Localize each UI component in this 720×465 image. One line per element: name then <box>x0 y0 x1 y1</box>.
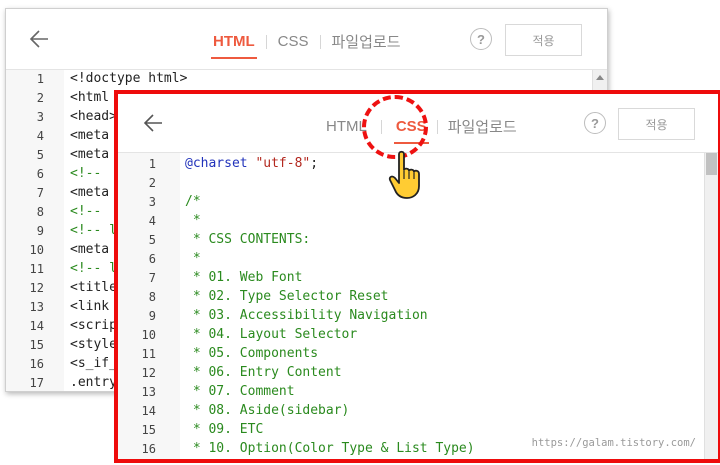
code-line: .entry <box>70 375 117 390</box>
line-number: 3 <box>36 110 44 124</box>
code-line: /* <box>185 194 201 209</box>
line-number: 15 <box>29 338 44 352</box>
scroll-up-icon[interactable] <box>593 70 607 84</box>
code-line: * <box>185 213 201 228</box>
code-line: <meta <box>70 128 110 143</box>
editor-header: HTML CSS 파일업로드 ? 적용 <box>118 94 718 153</box>
pointing-hand-icon <box>388 150 420 199</box>
code-line: * 09. ETC <box>185 422 264 437</box>
tab-css[interactable]: CSS <box>393 118 429 144</box>
code-line: * CSS CONTENTS: <box>185 232 311 247</box>
code-line: <style <box>70 337 117 352</box>
code-line: <!-- l <box>70 223 117 238</box>
code-line: <meta <box>70 185 110 200</box>
code-line: * 08. Aside(sidebar) <box>185 403 350 418</box>
line-number: 16 <box>29 357 44 371</box>
tab-file-upload[interactable]: 파일업로드 <box>446 116 519 137</box>
tab-html[interactable]: HTML <box>211 33 257 59</box>
line-number: 6 <box>36 167 44 181</box>
tab-divider <box>380 119 382 134</box>
code-line: <!-- <box>70 204 110 219</box>
line-number: 7 <box>36 186 44 200</box>
help-icon[interactable]: ? <box>584 112 606 134</box>
code-line: * 02. Type Selector Reset <box>185 289 389 304</box>
editor-tabs: HTML CSS 파일업로드 <box>324 116 519 144</box>
code-line: * 06. Entry Content <box>185 365 342 380</box>
line-number: 7 <box>148 271 156 285</box>
tab-divider <box>436 119 438 134</box>
line-number: 1 <box>148 157 156 171</box>
code-line: <link <box>70 299 110 314</box>
line-number: 12 <box>29 281 44 295</box>
charset-semicolon: ; <box>310 156 319 171</box>
line-number: 10 <box>29 243 44 257</box>
line-number: 13 <box>141 385 156 399</box>
code-line: <head> <box>70 109 117 124</box>
line-number: 2 <box>36 91 44 105</box>
code-line: * 04. Layout Selector <box>185 327 358 342</box>
code-line: * 10. Option(Color Type & List Type) <box>185 441 475 456</box>
line-number: 16 <box>141 442 156 456</box>
line-number: 4 <box>148 214 156 228</box>
line-number: 12 <box>141 366 156 380</box>
code-line: * 05. Components <box>185 346 319 361</box>
line-number: 5 <box>36 148 44 162</box>
code-line: <scrip <box>70 318 117 333</box>
tab-divider <box>319 34 321 49</box>
code-line: <s_if_ <box>70 356 117 371</box>
line-number: 17 <box>29 376 44 390</box>
line-number: 8 <box>148 290 156 304</box>
editor-header: HTML CSS 파일업로드 ? 적용 <box>6 9 607 70</box>
line-number: 4 <box>36 129 44 143</box>
code-line: * 01. Web Font <box>185 270 303 285</box>
code-line: <!-- <box>70 166 110 181</box>
line-number: 6 <box>148 252 156 266</box>
code-line: <title <box>70 280 117 295</box>
line-number: 10 <box>141 328 156 342</box>
back-arrow-icon[interactable] <box>28 27 52 51</box>
line-number: 14 <box>141 404 156 418</box>
css-editor-window: HTML CSS 파일업로드 ? 적용 1 2 3 4 5 6 7 8 9 10… <box>114 90 720 463</box>
line-number: 15 <box>141 423 156 437</box>
line-number: 9 <box>36 224 44 238</box>
line-number: 8 <box>36 205 44 219</box>
editor-tabs: HTML CSS 파일업로드 <box>211 31 403 59</box>
code-line: <!doctype html> <box>70 71 188 86</box>
code-line: <!-- l <box>70 261 117 276</box>
code-line: <meta <box>70 242 110 257</box>
tab-file-upload[interactable]: 파일업로드 <box>330 31 403 52</box>
code-line: <html <box>70 90 110 105</box>
tab-css[interactable]: CSS <box>276 33 311 50</box>
line-number: 11 <box>29 262 44 276</box>
code-line: * 07. Comment <box>185 384 295 399</box>
charset-keyword: @charset <box>185 156 248 171</box>
help-icon[interactable]: ? <box>470 28 492 50</box>
code-line: <meta <box>70 147 110 162</box>
line-number: 5 <box>148 233 156 247</box>
line-number: 1 <box>36 72 44 86</box>
line-number: 14 <box>29 319 44 333</box>
watermark: https://galam.tistory.com/ <box>531 437 696 449</box>
apply-button[interactable]: 적용 <box>618 108 695 140</box>
scrollbar-thumb[interactable] <box>706 153 717 175</box>
tab-divider <box>265 34 267 49</box>
vertical-scrollbar[interactable] <box>704 153 718 459</box>
code-line: * 03. Accessibility Navigation <box>185 308 428 323</box>
code-line: * <box>185 251 201 266</box>
code-line-charset: @charset "utf-8"; <box>185 156 318 171</box>
line-number: 3 <box>148 195 156 209</box>
code-text-area[interactable]: @charset "utf-8"; /* * * CSS CONTENTS: *… <box>180 153 704 459</box>
apply-button[interactable]: 적용 <box>505 24 582 56</box>
charset-value: "utf-8" <box>255 156 311 171</box>
line-number: 11 <box>141 347 156 361</box>
line-number: 2 <box>148 176 156 190</box>
back-arrow-icon[interactable] <box>142 111 166 135</box>
line-number: 9 <box>148 309 156 323</box>
tab-html[interactable]: HTML <box>324 118 369 135</box>
line-number: 13 <box>29 300 44 314</box>
